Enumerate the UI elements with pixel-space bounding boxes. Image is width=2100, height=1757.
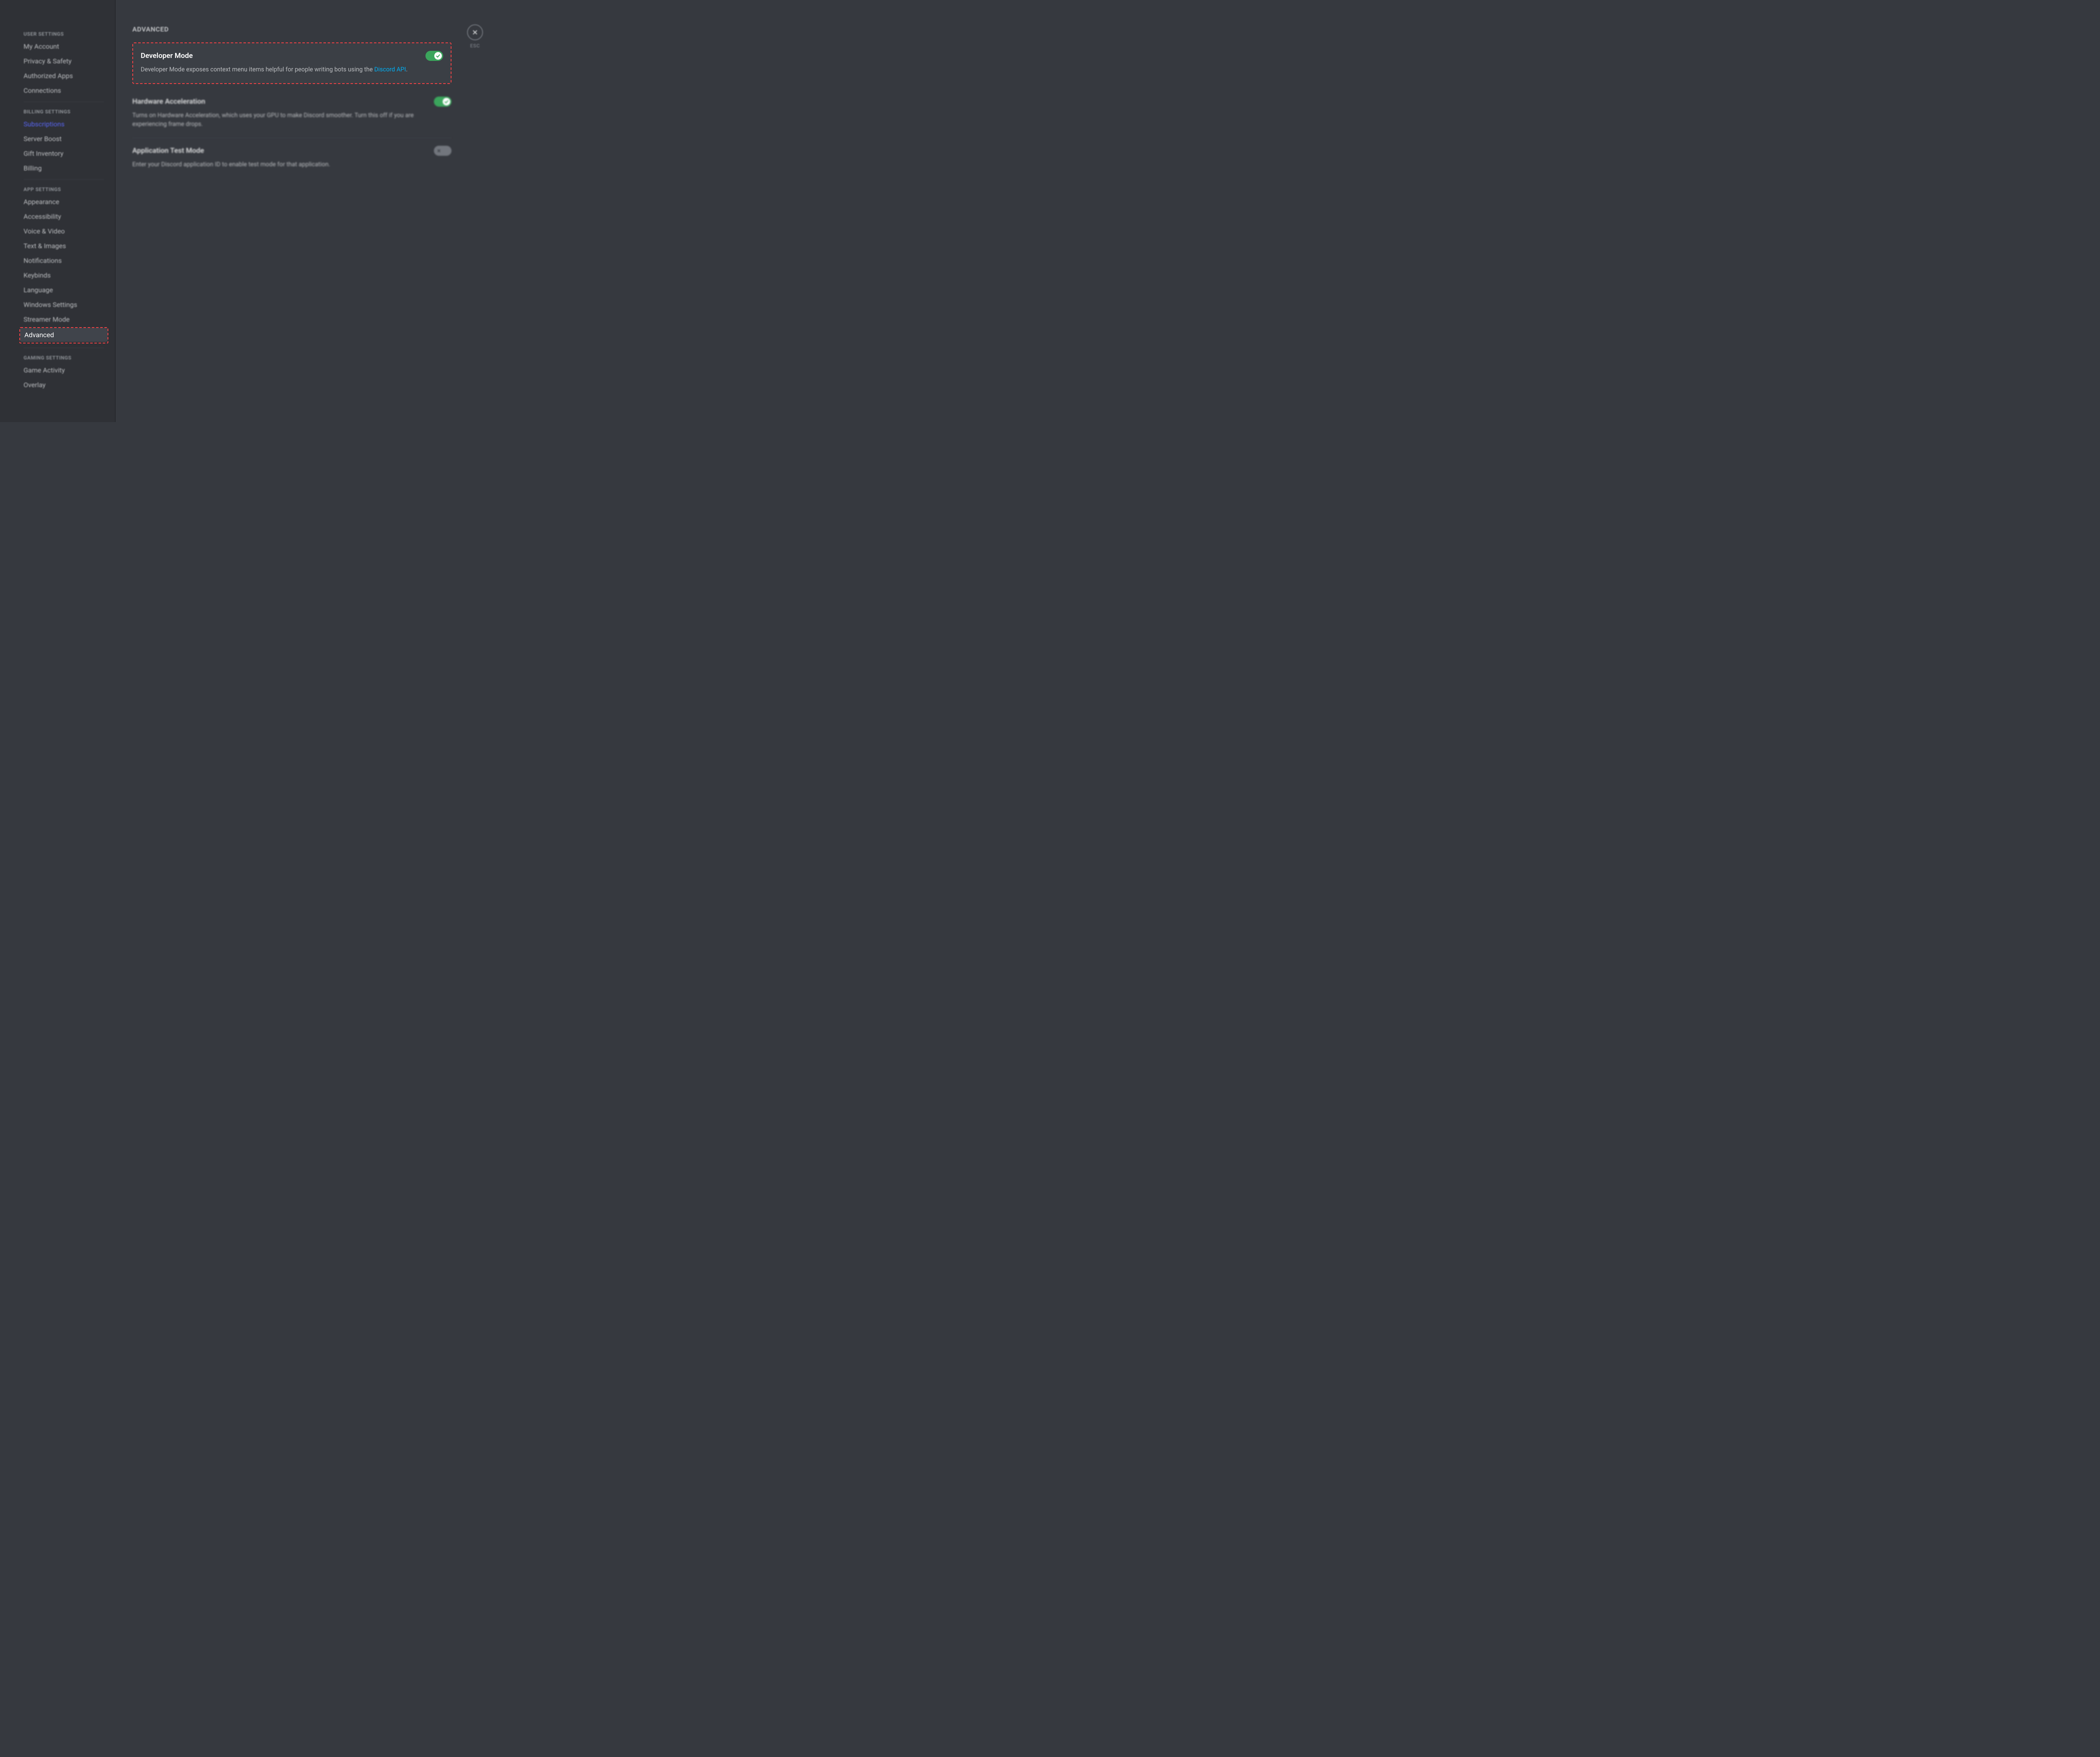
sidebar-item-label: Privacy & Safety [24, 57, 71, 65]
sidebar-section-header: GAMING SETTINGS [19, 352, 108, 363]
sidebar-section-header: BILLING SETTINGS [19, 106, 108, 117]
sidebar-item-label: Billing [24, 164, 42, 172]
sidebar-item-label: Authorized Apps [24, 72, 73, 80]
sidebar-item-voice-video[interactable]: Voice & Video [19, 224, 108, 238]
close-icon [467, 24, 483, 40]
sidebar-section-header: APP SETTINGS [19, 184, 108, 195]
setting-description: Developer Mode exposes context menu item… [141, 65, 426, 74]
setting-description: Turns on Hardware Acceleration, which us… [132, 111, 418, 128]
sidebar-item-game-activity[interactable]: Game Activity [19, 363, 108, 377]
sidebar-item-label: Text & Images [24, 242, 66, 250]
sidebar-item-label: Overlay [24, 381, 46, 389]
sidebar-item-streamer-mode[interactable]: Streamer Mode [19, 312, 108, 326]
settings-sidebar: USER SETTINGS My Account Privacy & Safety A… [0, 0, 116, 422]
setting-row: Developer Mode Developer Mode exposes con… [133, 43, 451, 83]
toggle-switch[interactable] [425, 51, 443, 61]
setting-description: Enter your Discord application ID to ena… [132, 160, 418, 169]
sidebar-item-label: Windows Settings [24, 301, 77, 309]
check-icon [443, 98, 450, 105]
sidebar-item-text-images[interactable]: Text & Images [19, 239, 108, 253]
sidebar-item-overlay[interactable]: Overlay [19, 378, 108, 392]
sidebar-item-keybinds[interactable]: Keybinds [19, 268, 108, 282]
sidebar-item-label: Game Activity [24, 366, 65, 374]
sidebar-item-label: Notifications [24, 257, 62, 265]
sidebar-item-label: Voice & Video [24, 227, 65, 235]
sidebar-item-label: Language [24, 286, 53, 294]
close-button[interactable]: ESC [467, 24, 483, 49]
sidebar-item-billing[interactable]: Billing [19, 161, 108, 175]
close-label: ESC [467, 43, 483, 49]
desc-text: . [406, 66, 408, 73]
sidebar-item-advanced[interactable]: Advanced [20, 328, 108, 342]
sidebar-item-label: Streamer Mode [24, 315, 70, 323]
page-title: ADVANCED [132, 25, 452, 33]
highlight-box: Developer Mode Developer Mode exposes con… [132, 42, 452, 84]
setting-title: Hardware Acceleration [132, 97, 205, 106]
setting-header: Developer Mode [141, 51, 443, 61]
sidebar-divider [24, 179, 104, 180]
sidebar-section-header: USER SETTINGS [19, 29, 108, 39]
sidebar-item-label: Advanced [24, 331, 54, 339]
sidebar-item-privacy-safety[interactable]: Privacy & Safety [19, 54, 108, 68]
toggle-switch[interactable] [434, 146, 452, 156]
setting-row: Hardware Acceleration Turns on Hardware A… [132, 89, 452, 138]
setting-header: Application Test Mode [132, 146, 452, 156]
setting-row: Application Test Mode Enter your Discord … [132, 138, 452, 178]
sidebar-item-label: My Account [24, 42, 59, 50]
settings-main: ESC ADVANCED Developer ModeDeveloper Mod… [116, 0, 504, 422]
sidebar-item-accessibility[interactable]: Accessibility [19, 210, 108, 223]
toggle-switch[interactable] [434, 97, 452, 107]
desc-text: Developer Mode exposes context menu item… [141, 66, 374, 73]
sidebar-item-language[interactable]: Language [19, 283, 108, 297]
x-icon [435, 147, 443, 155]
sidebar-item-windows-settings[interactable]: Windows Settings [19, 298, 108, 312]
sidebar-item-server-boost[interactable]: Server Boost [19, 132, 108, 146]
sidebar-item-label: Keybinds [24, 271, 51, 279]
sidebar-item-label: Accessibility [24, 212, 61, 220]
discord-api-link[interactable]: Discord API [374, 66, 406, 73]
sidebar-item-notifications[interactable]: Notifications [19, 254, 108, 267]
sidebar-item-label: Appearance [24, 198, 59, 206]
sidebar-item-label: Gift Inventory [24, 149, 63, 157]
highlight-box: Advanced [19, 327, 108, 344]
check-icon [434, 52, 442, 60]
setting-title: Developer Mode [141, 52, 193, 60]
setting-header: Hardware Acceleration [132, 97, 452, 107]
sidebar-item-label: Server Boost [24, 135, 62, 143]
setting-title: Application Test Mode [132, 147, 204, 155]
sidebar-item-connections[interactable]: Connections [19, 84, 108, 97]
sidebar-item-subscriptions[interactable]: Subscriptions [19, 117, 108, 131]
sidebar-item-label: Subscriptions [24, 120, 65, 128]
sidebar-item-my-account[interactable]: My Account [19, 39, 108, 53]
sidebar-item-gift-inventory[interactable]: Gift Inventory [19, 147, 108, 160]
sidebar-item-label: Connections [24, 87, 61, 94]
sidebar-item-authorized-apps[interactable]: Authorized Apps [19, 69, 108, 83]
sidebar-item-appearance[interactable]: Appearance [19, 195, 108, 209]
